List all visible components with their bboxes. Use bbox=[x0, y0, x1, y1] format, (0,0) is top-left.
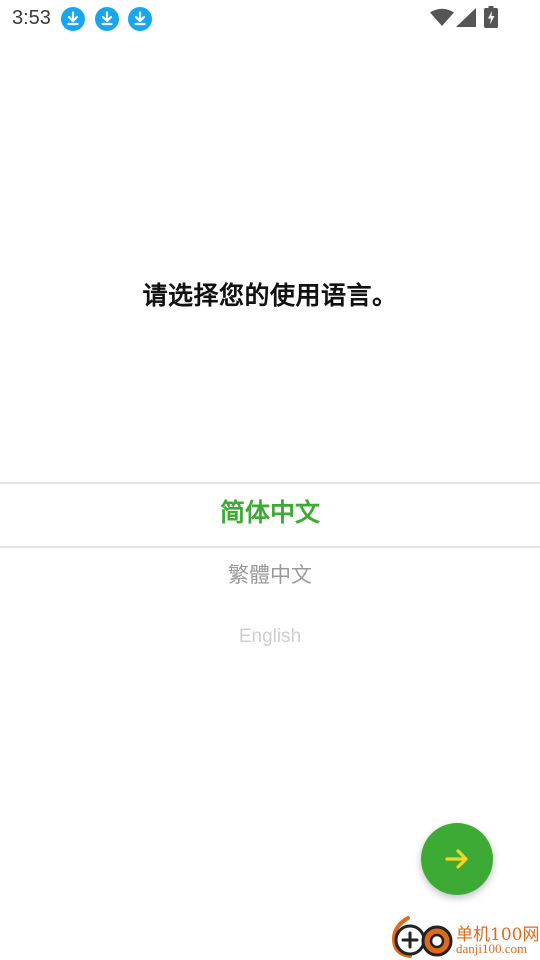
download-icon bbox=[61, 7, 85, 31]
download-icon bbox=[128, 7, 152, 31]
cellular-signal-icon bbox=[456, 8, 476, 27]
picker-divider-bottom bbox=[0, 546, 540, 548]
language-option-traditional-chinese[interactable]: 繁體中文 bbox=[0, 561, 540, 589]
language-option-english[interactable]: English bbox=[0, 624, 540, 650]
page-title: 请选择您的使用语言。 bbox=[142, 281, 398, 310]
battery-charging-icon bbox=[484, 6, 498, 28]
arrow-right-icon bbox=[445, 849, 468, 869]
picker-divider-top bbox=[0, 482, 540, 484]
next-button[interactable] bbox=[421, 823, 493, 895]
watermark-logo-icon bbox=[391, 916, 453, 958]
status-time: 3:53 bbox=[12, 7, 51, 29]
language-option-simplified-chinese[interactable]: 简体中文 bbox=[0, 496, 540, 530]
status-bar: 3:53 bbox=[0, 0, 540, 36]
download-icon bbox=[95, 7, 119, 31]
wifi-icon bbox=[430, 8, 454, 26]
watermark: 单机100网 danji100.com bbox=[388, 914, 540, 960]
watermark-url: danji100.com bbox=[456, 941, 528, 956]
